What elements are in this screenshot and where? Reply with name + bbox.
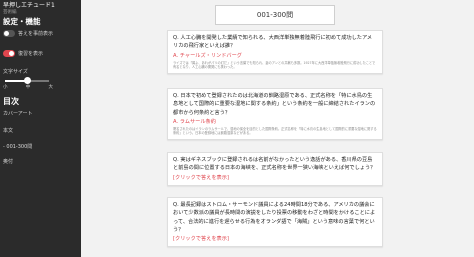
toggle-knob: [4, 31, 9, 36]
question-card: Q. 実はギネスブックに登録されるは名前がなかったという逸話がある、香川県の豆島…: [167, 152, 383, 186]
question-text: Q. 実はギネスブックに登録されるは名前がなかったという逸話がある、香川県の豆島…: [173, 157, 376, 172]
toggle-answers-label: 答えを事前表示: [18, 31, 54, 37]
font-size-ticks: 小 中 大: [3, 84, 53, 90]
section-header: 001-300問: [215, 5, 335, 25]
toggle-answers-switch[interactable]: [3, 30, 15, 37]
toggle-review-row[interactable]: 復習を表示: [3, 50, 43, 57]
explanation-text: 署名されたのはイランのラムサールで、湿地の保全を目的とした国際条約。正式名称を「…: [173, 126, 377, 136]
question-text: Q. 人工心臓を開発した業績で知られる、大西洋単独無着陸飛行に初めて成功したアメ…: [173, 35, 373, 50]
question-card: Q. 人工心臓を開発した業績で知られる、大西洋単独無着陸飛行に初めて成功したアメ…: [167, 30, 383, 74]
question-text: Q. 日本で初めて登録されたのは北海道の釧路湿原である、正式名称を「特に水鳥の生…: [173, 93, 376, 116]
toggle-review-switch[interactable]: [3, 50, 15, 57]
answer-text: A. ラムサール条約: [173, 118, 216, 125]
toc-item-body[interactable]: 本文: [3, 127, 13, 134]
app-title: 早押しエチュード1: [3, 2, 55, 9]
font-size-label: 文字サイズ: [3, 69, 28, 75]
tick-large: 大: [48, 85, 54, 90]
app-subtitle: 芸術編: [3, 10, 17, 15]
question-text: Q. 最長記録はストロム・サーモンド議員による24時間18分である、アメリカの議…: [173, 202, 376, 233]
font-size-slider[interactable]: [5, 77, 49, 84]
question-card: Q. 日本で初めて登録されたのは北海道の釧路湿原である、正式名称を「特に水鳥の生…: [167, 88, 383, 141]
explanation-text: ライズでは「翼よ、あれがパリの灯だ」という言葉でも知られ、妻のアンとの共著も多数…: [173, 60, 376, 70]
toc-item-cover[interactable]: カバーアート: [3, 110, 33, 117]
reveal-answer-link[interactable]: [クリックで答えを表示]: [173, 235, 377, 243]
toggle-knob: [9, 51, 14, 56]
tick-medium: 中: [25, 85, 31, 90]
reveal-answer-link[interactable]: [クリックで答えを表示]: [173, 174, 377, 182]
toggle-answers-row[interactable]: 答えを事前表示: [3, 30, 53, 37]
question-card: Q. 最長記録はストロム・サーモンド議員による24時間18分である、アメリカの議…: [167, 197, 383, 248]
tick-small: 小: [3, 85, 8, 90]
answer-text: A. チャールズ・リンドバーグ: [173, 52, 242, 59]
toggle-review-label: 復習を表示: [18, 51, 44, 57]
toc-title: 目次: [3, 97, 19, 106]
toc-item-questions[interactable]: - 001-300問: [3, 143, 32, 150]
slider-thumb[interactable]: [24, 77, 31, 84]
toc-item-colophon[interactable]: 奥付: [3, 158, 13, 165]
settings-title: 設定・機能: [3, 17, 41, 26]
sidebar: 早押しエチュード1 芸術編 設定・機能 答えを事前表示 復習を表示 文字サイズ …: [0, 0, 81, 257]
